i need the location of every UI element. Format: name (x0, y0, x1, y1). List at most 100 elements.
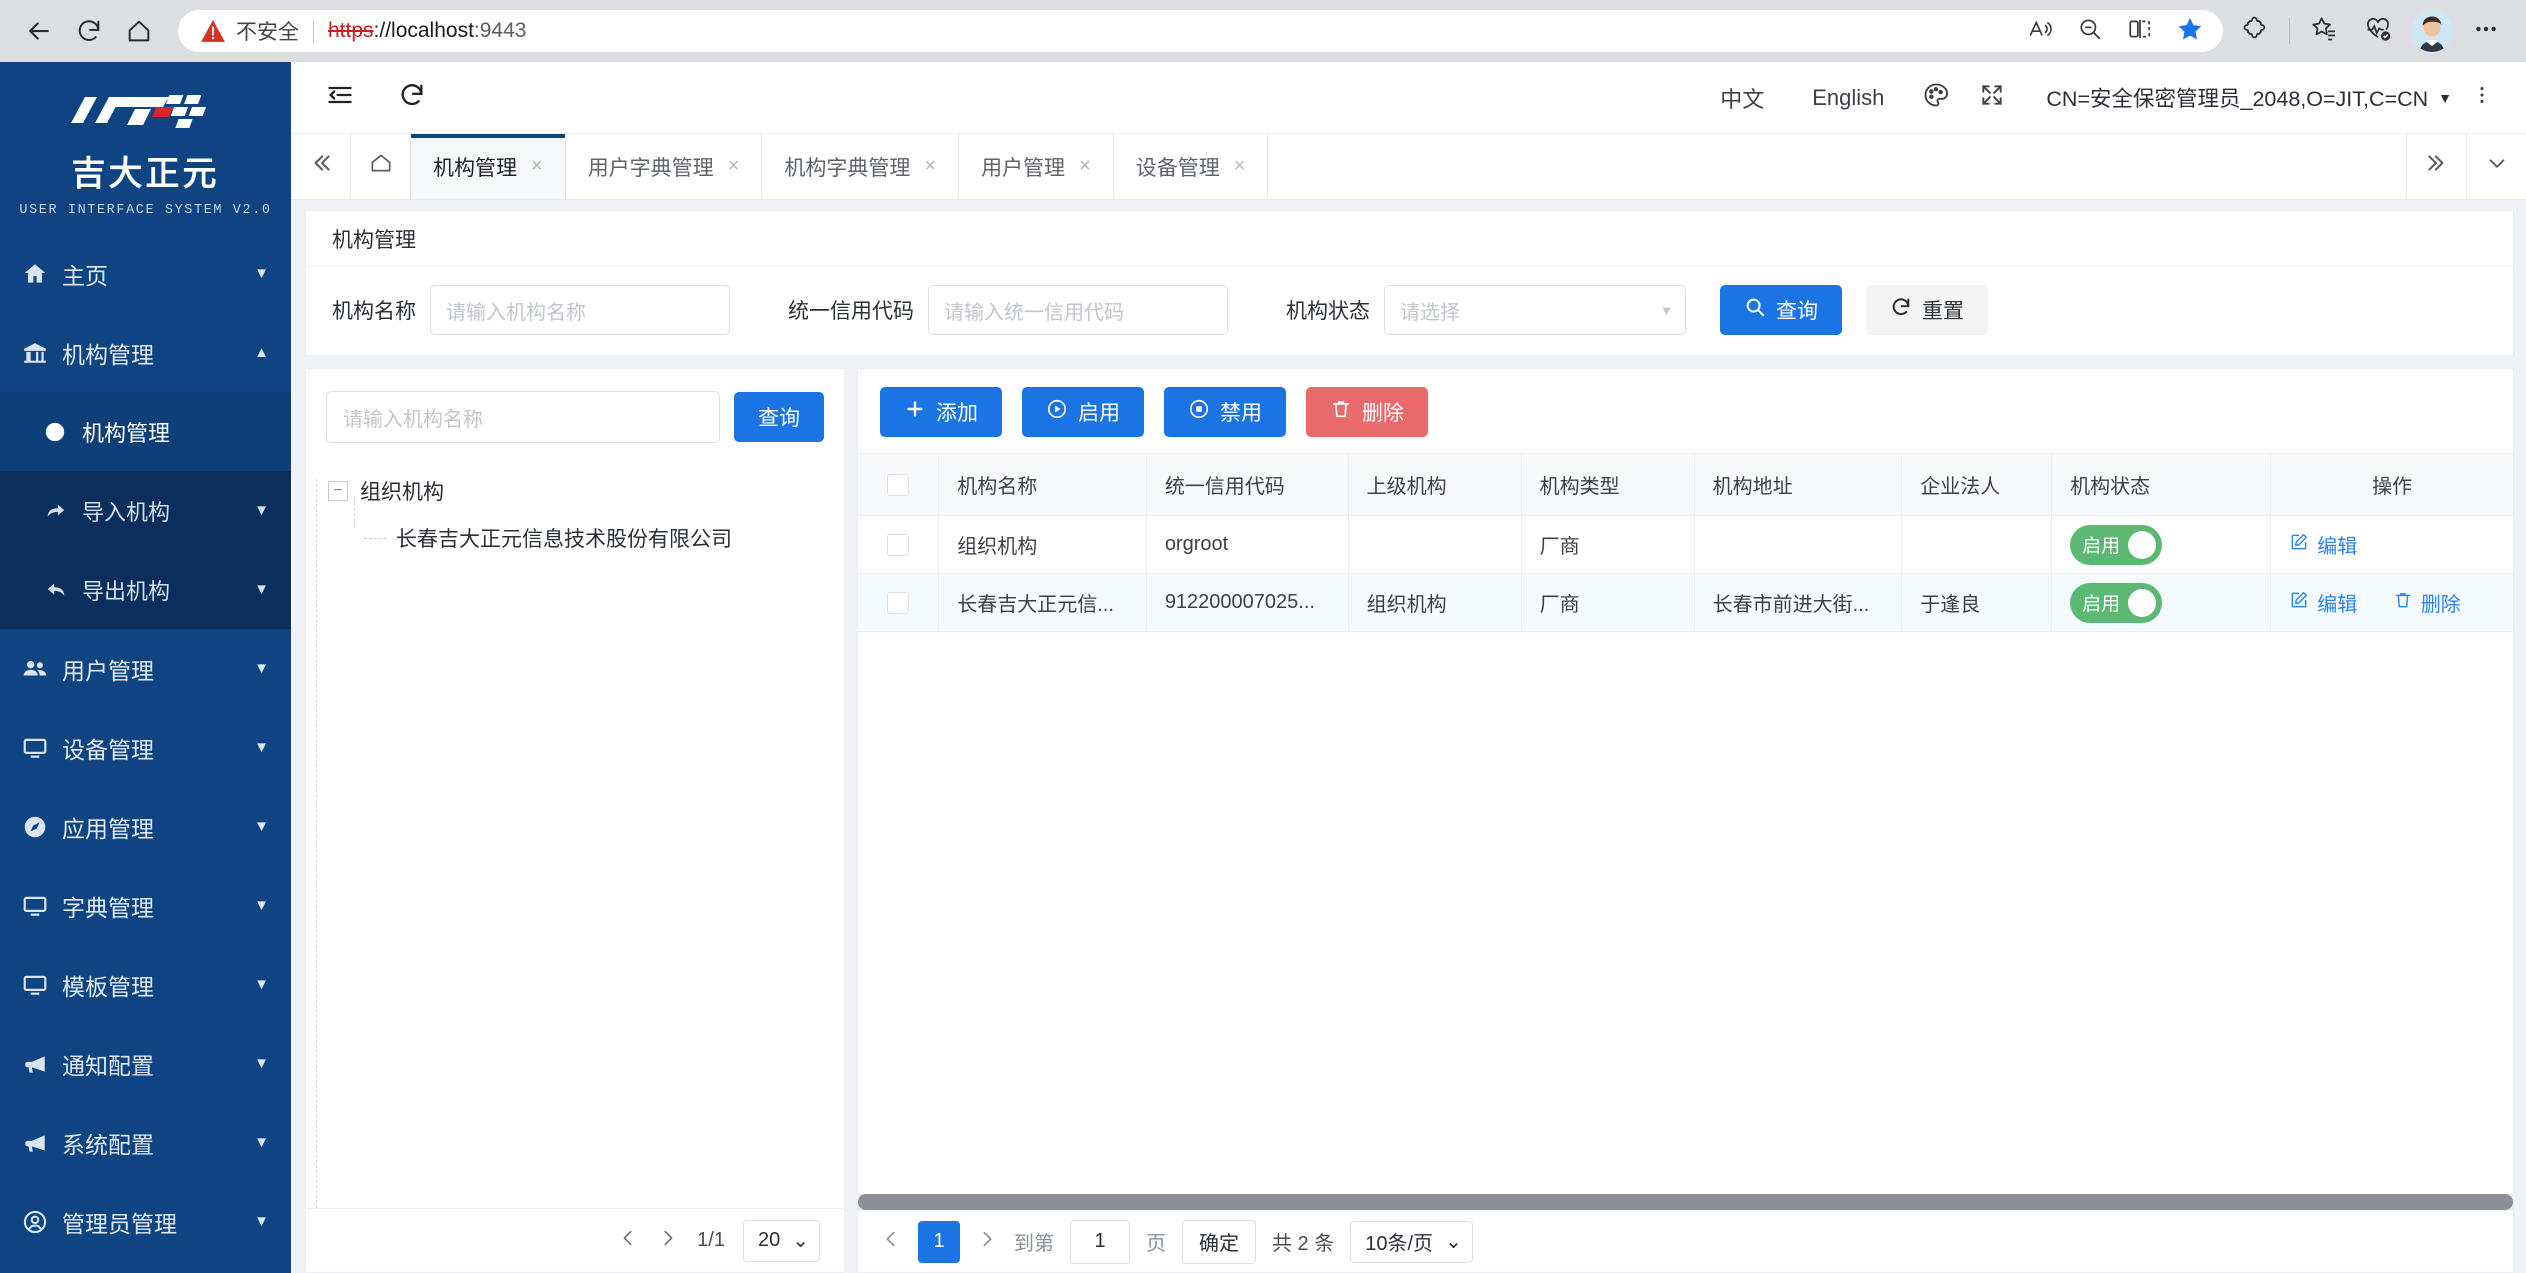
row-checkbox[interactable] (887, 591, 910, 614)
bank-icon (22, 340, 56, 366)
theme-button[interactable] (1908, 71, 1964, 125)
sidebar-label-system: 系统配置 (62, 1131, 154, 1158)
org-name-input[interactable]: 请输入机构名称 (430, 285, 730, 335)
reset-button[interactable]: 重置 (1866, 285, 1988, 335)
tab-org-dict-manage[interactable]: 机构字典管理 × (762, 134, 960, 199)
address-bar[interactable]: 不安全 https://localhost:9443 (178, 10, 2223, 52)
table-horizontal-scrollbar[interactable] (858, 1194, 2513, 1210)
browser-essentials-button[interactable] (2352, 5, 2404, 57)
tab-user-manage[interactable]: 用户管理 × (959, 134, 1114, 199)
search-button[interactable]: 查询 (1720, 285, 1842, 335)
status-toggle[interactable]: 启用 (2070, 582, 2163, 623)
cell-legal-person: 于逢良 (1901, 573, 2053, 632)
sidebar-subitem-org-manage[interactable]: 机构管理 (0, 392, 291, 471)
table-row[interactable]: 长春吉大正元信... 912200007025... 组织机构 厂商 长春市前进… (858, 573, 2513, 632)
tree-node-root[interactable]: − 组织机构 (328, 469, 844, 513)
table-row[interactable]: 组织机构 orgroot 厂商 启用 编辑 (858, 515, 2513, 574)
tabbar-scroll-left-button[interactable] (291, 134, 351, 199)
tab-org-manage[interactable]: 机构管理 × (411, 134, 566, 199)
extensions-button[interactable] (2229, 5, 2281, 57)
tabbar-scroll-right-button[interactable] (2406, 134, 2466, 199)
row-delete-link[interactable]: 删除 (2393, 588, 2461, 617)
row-edit-link[interactable]: 编辑 (2289, 530, 2357, 559)
status-toggle[interactable]: 启用 (2070, 524, 2163, 565)
main-column: 中文 English CN=安全保密管理员_2048,O=JIT,C=CN ▼ (291, 62, 2526, 1273)
fullscreen-button[interactable] (1964, 71, 2020, 125)
page-refresh-button[interactable] (385, 71, 439, 125)
favorite-button[interactable] (2167, 12, 2213, 50)
user-dn-dropdown[interactable]: CN=安全保密管理员_2048,O=JIT,C=CN ▼ (2046, 82, 2452, 113)
split-screen-button[interactable] (2117, 12, 2163, 50)
profile-button[interactable] (2406, 5, 2458, 57)
disable-button[interactable]: 禁用 (1164, 387, 1286, 437)
sidebar-subitem-export-org[interactable]: 导出机构 ▼ (0, 550, 291, 629)
trash-icon (1330, 398, 1352, 426)
page-number-1[interactable]: 1 (918, 1220, 960, 1263)
tree-search-input[interactable]: 请输入机构名称 (326, 391, 720, 443)
read-aloud-button[interactable] (2017, 12, 2063, 50)
close-icon[interactable]: × (1234, 155, 1246, 178)
org-status-select[interactable]: 请选择 ▼ (1384, 285, 1686, 335)
row-delete-label: 删除 (2420, 594, 2461, 616)
close-icon[interactable]: × (531, 155, 543, 178)
back-button[interactable] (14, 6, 64, 56)
chevron-down-icon: ▼ (1660, 302, 1673, 318)
collections-button[interactable] (2298, 5, 2350, 57)
tree-page-indicator: 1/1 (697, 1229, 725, 1251)
goto-confirm-button[interactable]: 确定 (1182, 1219, 1256, 1264)
row-checkbox[interactable] (887, 533, 910, 556)
sidebar-item-notify[interactable]: 通知配置 ▼ (0, 1024, 291, 1103)
sidebar-item-org[interactable]: 机构管理 ▲ (0, 313, 291, 392)
sidebar-item-home[interactable]: 主页 ▼ (0, 234, 291, 313)
delete-button[interactable]: 删除 (1306, 387, 1428, 437)
tree-elbow-connector (364, 537, 386, 539)
url-scheme: https (328, 19, 374, 42)
add-button[interactable]: 添加 (880, 387, 1002, 437)
tabbar-dropdown-button[interactable] (2466, 134, 2526, 199)
application-root: 吉大正元 USER INTERFACE SYSTEM V2.0 主页 ▼ 机构管… (0, 62, 2526, 1273)
enable-button[interactable]: 启用 (1022, 387, 1144, 437)
sidebar-collapse-button[interactable] (313, 71, 367, 125)
select-all-checkbox[interactable] (887, 473, 910, 496)
sidebar-item-template[interactable]: 模板管理 ▼ (0, 945, 291, 1024)
chevron-right-icon[interactable] (976, 1228, 998, 1256)
chevron-left-icon[interactable] (880, 1228, 902, 1256)
row-edit-link[interactable]: 编辑 (2289, 588, 2357, 617)
close-icon[interactable]: × (728, 155, 740, 178)
chevron-down-icon: ▼ (254, 739, 269, 756)
chevron-down-icon: ⌄ (1445, 1231, 1462, 1253)
home-button[interactable] (114, 6, 164, 56)
tree-node-child[interactable]: 长春吉大正元信息技术股份有限公司 (328, 513, 844, 563)
tree-expander-icon[interactable]: − (328, 481, 348, 501)
reload-button[interactable] (64, 6, 114, 56)
tabbar-home-button[interactable] (351, 134, 411, 199)
close-icon[interactable]: × (924, 155, 936, 178)
sidebar-item-device[interactable]: 设备管理 ▼ (0, 708, 291, 787)
tree-page-size-select[interactable]: 20 ⌄ (742, 1219, 820, 1262)
sidebar-item-user[interactable]: 用户管理 ▼ (0, 629, 291, 708)
chevron-right-icon[interactable] (657, 1227, 679, 1255)
not-secure-label: 不安全 (236, 21, 299, 44)
more-options-button[interactable] (2460, 5, 2512, 57)
brand-name-cn: 吉大正元 (71, 155, 220, 193)
scrollbar-thumb[interactable] (858, 1194, 2513, 1210)
row-checkbox-cell (858, 515, 940, 574)
sidebar-item-system[interactable]: 系统配置 ▼ (0, 1103, 291, 1182)
sidebar-item-app[interactable]: 应用管理 ▼ (0, 787, 291, 866)
credit-code-input[interactable]: 请输入统一信用代码 (928, 285, 1228, 335)
zoom-out-button[interactable] (2067, 12, 2113, 50)
chevron-left-icon[interactable] (617, 1227, 639, 1255)
sidebar-item-admin[interactable]: 管理员管理 ▼ (0, 1182, 291, 1261)
tab-device-manage[interactable]: 设备管理 × (1114, 134, 1269, 199)
goto-page-input[interactable]: 1 (1070, 1219, 1130, 1264)
tree-search-button[interactable]: 查询 (734, 392, 824, 442)
lang-english-button[interactable]: English (1788, 85, 1908, 111)
sidebar-item-dict[interactable]: 字典管理 ▼ (0, 866, 291, 945)
lang-chinese-button[interactable]: 中文 (1696, 82, 1788, 114)
sidebar-subitem-import-org[interactable]: 导入机构 ▼ (0, 471, 291, 550)
tab-user-dict-manage[interactable]: 用户字典管理 × (566, 134, 763, 199)
topbar-more-button[interactable] (2460, 71, 2504, 125)
close-icon[interactable]: × (1079, 155, 1091, 178)
page-size-select[interactable]: 10条/页 ⌄ (1350, 1220, 1473, 1263)
chevron-down-icon: ▼ (254, 976, 269, 993)
